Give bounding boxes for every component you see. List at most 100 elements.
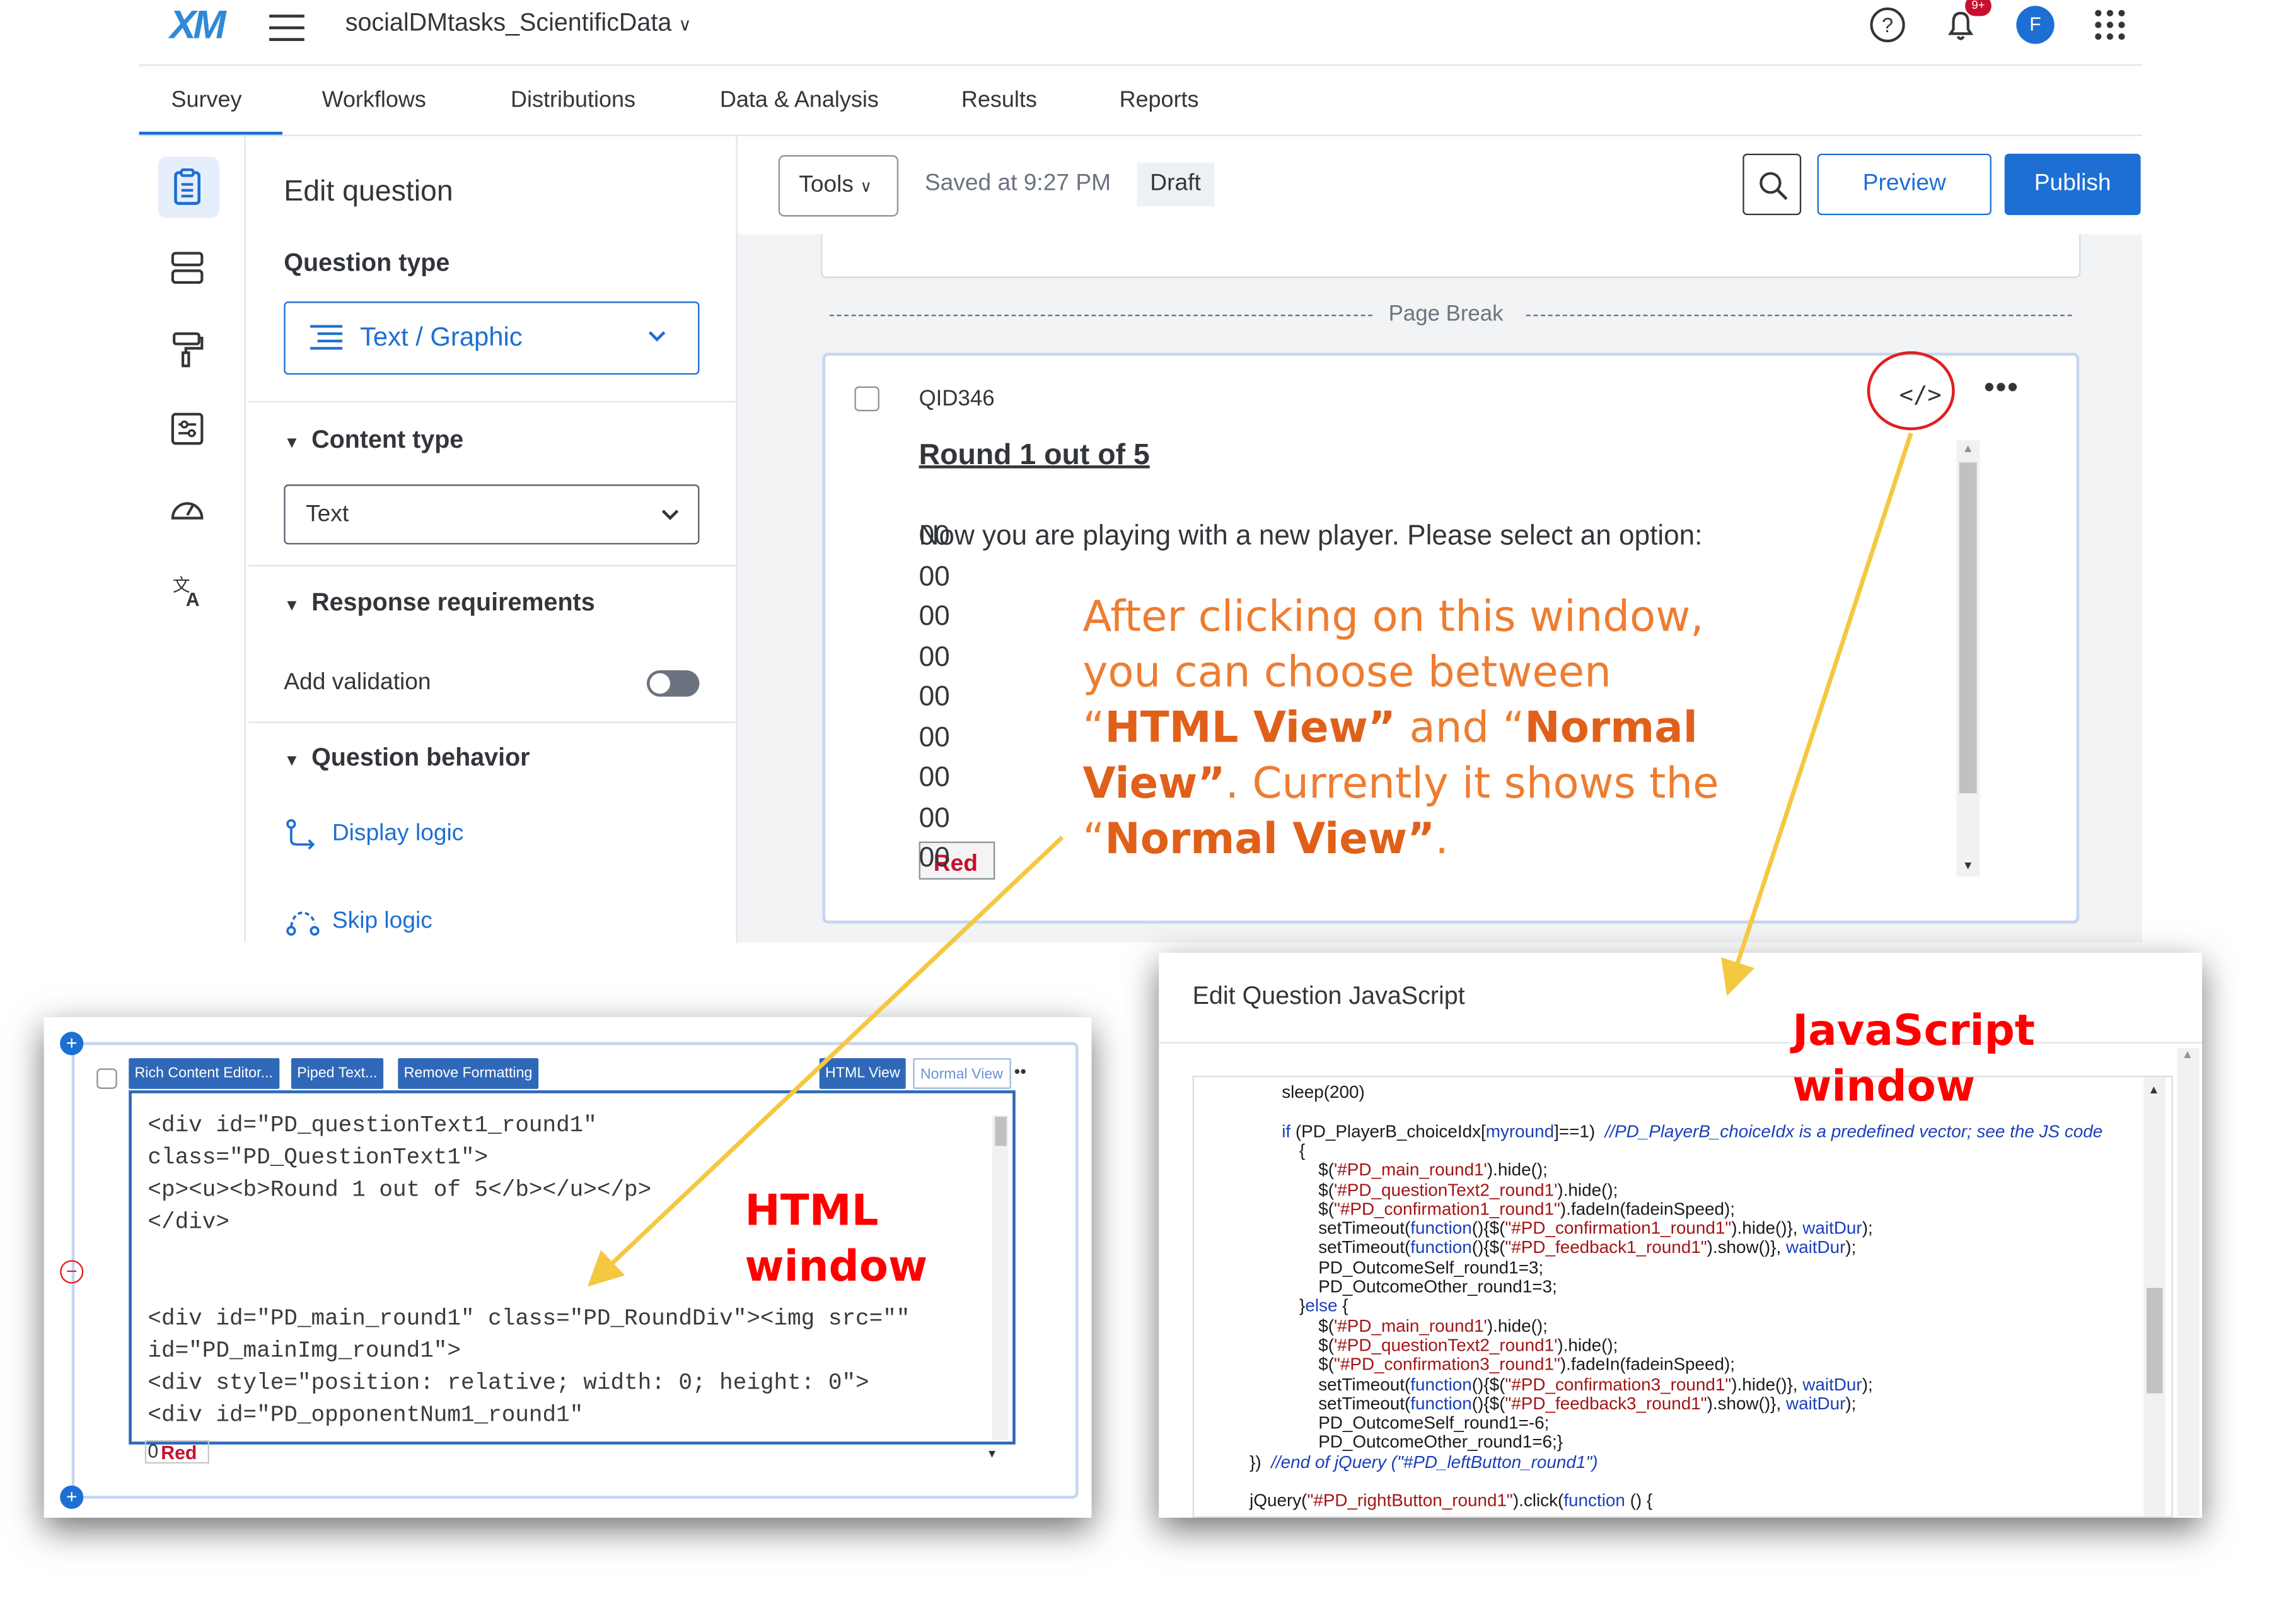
js-window-title: Edit Question JavaScript <box>1192 982 1465 1010</box>
zero-line: 00 <box>919 642 950 673</box>
js-window-label: JavaScript window <box>1792 1003 2035 1114</box>
apps-grid-icon[interactable] <box>2091 6 2129 44</box>
code-line: <div style="position: relative; width: 0… <box>148 1370 869 1397</box>
tab-distributions[interactable]: Distributions <box>511 88 635 114</box>
code-line: <p><u><b>Round 1 out of 5</b></u></p> <box>148 1177 652 1203</box>
question-type-label: Question type <box>284 248 450 277</box>
translate-icon[interactable]: 文 A <box>161 564 214 617</box>
caret-down-icon: ▼ <box>284 434 300 453</box>
js-code-line: $('#PD_questionText2_round1').hide(); <box>1318 1179 1618 1200</box>
remove-icon[interactable]: − <box>60 1260 84 1284</box>
svg-text:A: A <box>186 590 200 610</box>
html-view-emph: HTML View” <box>1105 702 1396 752</box>
question-type-select[interactable]: Text / Graphic <box>284 301 700 375</box>
rail-divider <box>244 134 246 943</box>
js-code-line: setTimeout(function(){$("#PD_feedback3_r… <box>1318 1393 1857 1414</box>
code-line: <div id="PD_questionText1_round1" <box>148 1112 597 1139</box>
question-behavior-label: Question behavior <box>311 743 530 772</box>
zero-line: 00 <box>919 842 950 874</box>
js-code-line: $('#PD_questionText2_round1').hide(); <box>1318 1334 1618 1355</box>
content-type-toggle[interactable]: ▼ Content type <box>284 426 463 455</box>
zero-line: 00 <box>919 562 950 593</box>
question-round-heading: Round 1 out of 5 <box>919 439 1150 472</box>
scroll-up-icon[interactable]: ▲ <box>2182 1048 2193 1061</box>
divider <box>248 400 738 403</box>
zero-line: 00 <box>919 601 950 632</box>
project-selector[interactable]: socialDMtasks_ScientificData ∨ <box>345 9 692 38</box>
normal-view-emph: View” <box>1082 758 1226 808</box>
skip-logic-icon <box>286 911 320 936</box>
tab-data-analysis[interactable]: Data & Analysis <box>720 88 879 114</box>
tab-survey[interactable]: Survey <box>171 88 242 114</box>
avatar[interactable]: F <box>2016 6 2055 44</box>
scroll-up-icon[interactable]: ▲ <box>1962 442 1973 455</box>
svg-text:?: ? <box>1882 14 1893 37</box>
response-requirements-label: Response requirements <box>311 588 595 617</box>
tab-workflows[interactable]: Workflows <box>322 88 426 114</box>
html-editor-scrollbar[interactable] <box>992 1115 1009 1440</box>
page-break-line <box>830 315 1373 317</box>
xm-logo[interactable]: XM <box>170 3 226 49</box>
piped-text-button[interactable]: Piped Text... <box>291 1058 383 1089</box>
menu-icon[interactable] <box>269 15 304 41</box>
js-code-line: jQuery("#PD_rightButton_round1").click(f… <box>1249 1490 1653 1511</box>
label-line: window <box>745 1241 928 1291</box>
survey-flow-icon[interactable] <box>161 242 214 294</box>
html-editor-scroll-thumb[interactable] <box>995 1116 1007 1146</box>
js-code-editor[interactable]: sleep(200) if (PD_PlayerB_choiceIdx[myrou… <box>1192 1075 2173 1518</box>
remove-formatting-button[interactable]: Remove Formatting <box>398 1058 538 1089</box>
rich-content-editor-button[interactable]: Rich Content Editor... <box>129 1058 279 1089</box>
search-button[interactable] <box>1742 153 1802 216</box>
question-behavior-toggle[interactable]: ▼ Question behavior <box>284 743 530 772</box>
more-options-icon[interactable]: •• <box>1014 1061 1026 1081</box>
more-options-icon[interactable]: ••• <box>1984 372 2019 405</box>
js-code-line: PD_OutcomeOther_round1=6;} <box>1318 1431 1563 1453</box>
js-code-line: $("#PD_confirmation3_round1").fadeIn(fad… <box>1318 1354 1736 1375</box>
period: . <box>1435 813 1449 864</box>
add-block-icon[interactable]: + <box>60 1485 84 1509</box>
js-code-line: setTimeout(function(){$("#PD_confirmatio… <box>1318 1373 1873 1394</box>
gauge-icon[interactable] <box>161 483 214 536</box>
content-type-select[interactable]: Text <box>284 484 700 545</box>
tab-results[interactable]: Results <box>961 88 1037 114</box>
quote: “ <box>1082 702 1105 752</box>
annotation-line: “Normal View”. <box>1083 811 1719 866</box>
survey-clipboard-icon[interactable] <box>161 161 214 214</box>
annotation-line: you can choose between <box>1082 646 1611 697</box>
publish-button[interactable]: Publish <box>2004 153 2141 216</box>
add-block-icon[interactable]: + <box>60 1032 84 1056</box>
divider <box>248 564 738 567</box>
label-line: HTML <box>745 1185 879 1235</box>
search-icon <box>1760 172 1788 201</box>
add-validation-toggle[interactable] <box>646 670 700 697</box>
js-code-line: setTimeout(function(){$("#PD_confirmatio… <box>1318 1218 1873 1238</box>
preview-button[interactable]: Preview <box>1817 153 1992 216</box>
scroll-up-icon[interactable]: ▲ <box>2148 1083 2159 1097</box>
scroll-down-icon[interactable]: ▼ <box>1962 859 1973 872</box>
chevron-down-icon <box>661 510 679 520</box>
normal-view-button[interactable]: Normal View <box>913 1058 1011 1089</box>
previous-question-card[interactable] <box>821 234 2081 278</box>
help-icon[interactable]: ? <box>1869 6 1906 44</box>
notification-badge: 9+ <box>1965 0 1992 16</box>
look-and-feel-icon[interactable] <box>161 322 214 375</box>
skip-logic-link[interactable]: Skip logic <box>332 909 432 935</box>
caret-down-icon: ▼ <box>284 597 300 615</box>
question-type-value: Text / Graphic <box>359 322 523 352</box>
annotation-line: View”. Currently it shows the <box>1083 755 1719 811</box>
scroll-down-icon[interactable]: ▼ <box>986 1447 997 1460</box>
code-line: </div> <box>148 1209 229 1235</box>
display-logic-link[interactable]: Display logic <box>332 821 463 847</box>
html-view-button[interactable]: HTML View <box>819 1058 906 1089</box>
question-checkbox[interactable] <box>854 386 879 412</box>
screenshot-root: XM socialDMtasks_ScientificData ∨ ? 9+ F… <box>0 0 2296 1613</box>
tools-dropdown[interactable]: Tools ∨ <box>778 155 899 217</box>
tab-reports[interactable]: Reports <box>1120 88 1199 114</box>
html-card-checkbox[interactable] <box>96 1068 117 1089</box>
js-window-divider <box>1159 1042 2203 1044</box>
js-window-scrollbar[interactable] <box>2177 1047 2200 1517</box>
question-scrollbar-thumb[interactable] <box>1959 462 1977 793</box>
js-editor-scroll-thumb[interactable] <box>2146 1288 2163 1394</box>
response-requirements-toggle[interactable]: ▼ Response requirements <box>284 588 594 617</box>
survey-options-icon[interactable] <box>161 402 214 455</box>
